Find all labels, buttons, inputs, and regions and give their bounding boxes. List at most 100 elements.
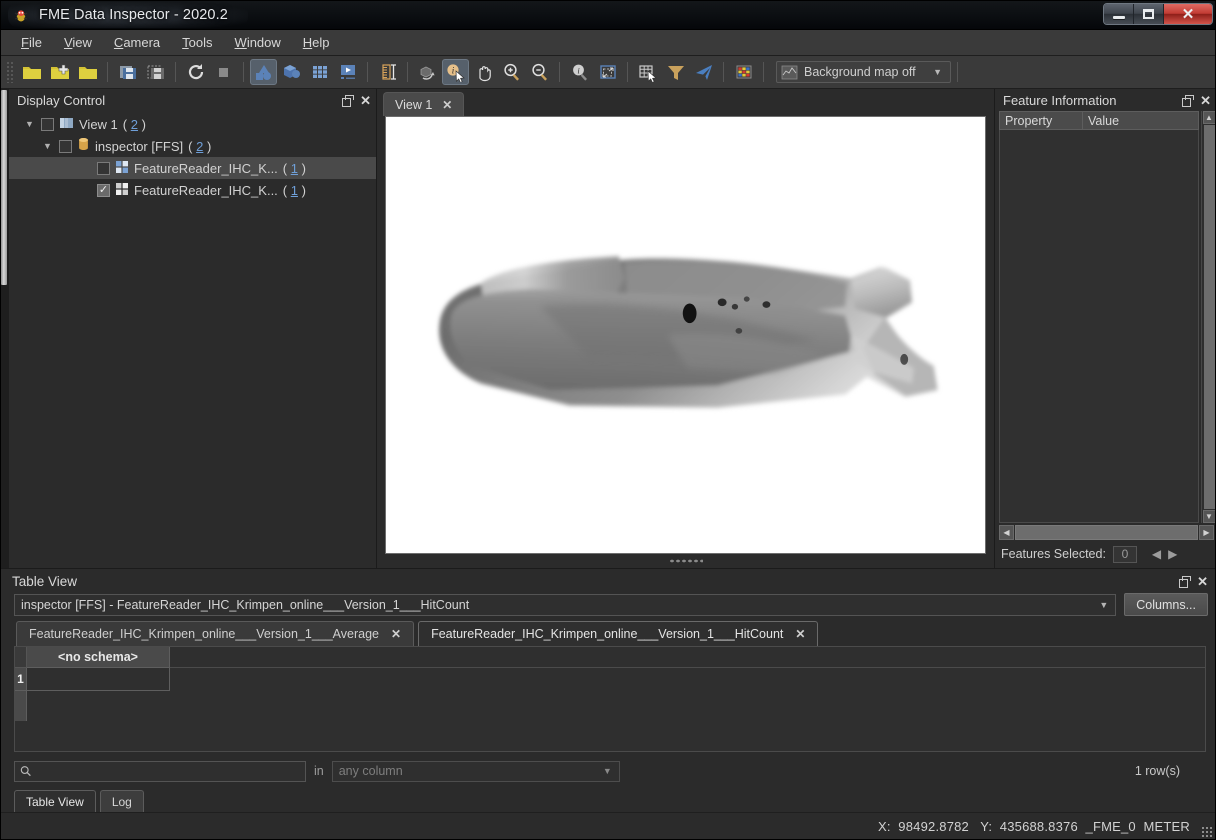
tree-node-label: FeatureReader_IHC_K... — [134, 160, 278, 176]
column-header-no-schema[interactable]: <no schema> — [27, 647, 170, 668]
close-icon[interactable]: ✕ — [391, 627, 401, 641]
grid-view-icon[interactable] — [306, 59, 333, 85]
minimize-button[interactable] — [1104, 4, 1134, 24]
refresh-icon[interactable] — [182, 59, 209, 85]
menu-tools[interactable]: Tools — [171, 32, 223, 53]
3d-view-icon[interactable] — [278, 59, 305, 85]
float-panel-icon[interactable] — [1179, 576, 1192, 588]
search-input[interactable] — [36, 764, 305, 778]
layer-visibility-checkbox[interactable]: ✓ — [97, 183, 110, 197]
column-header-value[interactable]: Value — [1083, 111, 1199, 130]
toolbar-grip[interactable] — [6, 61, 14, 83]
next-feature-icon[interactable]: ▶ — [1168, 547, 1177, 561]
stop-icon[interactable] — [210, 59, 237, 85]
feature-information-vscrollbar[interactable]: ▲ ▼ — [1201, 111, 1216, 523]
chevron-down-icon[interactable]: ▼ — [933, 67, 946, 77]
column-filter-selector[interactable]: any column ▼ — [331, 760, 620, 782]
previous-feature-icon[interactable]: ◀ — [1152, 547, 1161, 561]
close-panel-icon[interactable]: ✕ — [1197, 575, 1208, 588]
close-button[interactable]: ✕ — [1164, 4, 1212, 24]
table-row[interactable]: 1 — [15, 668, 1205, 691]
feature-count[interactable]: 2 — [196, 139, 203, 154]
toolbar-separator — [763, 62, 764, 82]
resize-grip[interactable] — [1201, 826, 1213, 838]
scroll-down-icon[interactable]: ▼ — [1202, 510, 1216, 523]
close-panel-icon[interactable]: ✕ — [360, 94, 371, 107]
open-recent-folder-icon[interactable] — [74, 59, 101, 85]
zoom-in-icon[interactable] — [498, 59, 525, 85]
zoom-out-icon[interactable] — [526, 59, 553, 85]
feature-count[interactable]: 1 — [291, 183, 298, 198]
scroll-left-icon[interactable]: ◀ — [999, 525, 1014, 540]
animation-icon[interactable] — [334, 59, 361, 85]
table-tab-average[interactable]: FeatureReader_IHC_Krimpen_online___Versi… — [16, 621, 415, 646]
close-icon[interactable]: ✕ — [795, 627, 805, 641]
search-box[interactable] — [14, 760, 306, 782]
tab-view-1[interactable]: View 1 ✕ — [383, 92, 465, 116]
menu-view[interactable]: View — [53, 32, 103, 53]
info-select-icon[interactable]: i — [442, 59, 469, 85]
pan-icon[interactable] — [470, 59, 497, 85]
tree-node-featurereader-average[interactable]: FeatureReader_IHC_K... ( 1 ) — [9, 157, 376, 179]
menu-window[interactable]: Window — [224, 32, 292, 53]
identify-icon[interactable]: i — [566, 59, 593, 85]
chevron-down-icon[interactable]: ▼ — [1099, 600, 1115, 610]
tab-log[interactable]: Log — [99, 790, 144, 812]
maximize-button[interactable] — [1134, 4, 1164, 24]
main-toolbar: i i Background map off ▼ — [0, 56, 1216, 89]
color-palette-icon[interactable] — [730, 59, 757, 85]
add-dataset-icon[interactable] — [46, 59, 73, 85]
menu-camera[interactable]: Camera — [103, 32, 171, 53]
menu-file[interactable]: File — [10, 32, 53, 53]
float-panel-icon[interactable] — [342, 94, 355, 107]
measure-icon[interactable] — [374, 59, 401, 85]
zoom-to-box-icon[interactable] — [594, 59, 621, 85]
map-canvas[interactable] — [385, 116, 986, 554]
chevron-down-icon[interactable]: ▼ — [603, 766, 619, 776]
table-view-title: Table View — [12, 574, 78, 589]
tree-node-view-1[interactable]: ▼ View 1 ( 2 ) — [9, 113, 376, 135]
tree-node-inspector-ffs[interactable]: ▼ inspector [FFS] ( 2 ) — [9, 135, 376, 157]
show-features-icon[interactable] — [250, 59, 277, 85]
column-header-property[interactable]: Property — [999, 111, 1083, 130]
rotate-icon[interactable] — [414, 59, 441, 85]
save-as-icon[interactable] — [142, 59, 169, 85]
feature-count[interactable]: 2 — [131, 117, 138, 132]
save-icon[interactable] — [114, 59, 141, 85]
left-scrollbar-thumb[interactable] — [1, 90, 7, 285]
table-tab-label: FeatureReader_IHC_Krimpen_online___Versi… — [29, 627, 380, 641]
vscroll-thumb[interactable] — [1203, 125, 1215, 509]
feature-count[interactable]: 1 — [291, 161, 298, 176]
layer-icon — [115, 182, 129, 199]
menu-help[interactable]: Help — [292, 32, 341, 53]
table-select-icon[interactable] — [634, 59, 661, 85]
menu-bar: File View Camera Tools Window Help — [0, 30, 1216, 56]
scroll-right-icon[interactable]: ▶ — [1199, 525, 1214, 540]
background-map-selector[interactable]: Background map off ▼ — [776, 61, 951, 83]
columns-button[interactable]: Columns... — [1124, 593, 1208, 616]
close-panel-icon[interactable]: ✕ — [1200, 94, 1211, 107]
row-number[interactable]: 1 — [15, 668, 27, 691]
scroll-up-icon[interactable]: ▲ — [1202, 111, 1216, 124]
feature-information-hscrollbar[interactable]: ◀ ▶ — [995, 523, 1216, 540]
column-filter-value: any column — [338, 764, 403, 778]
inspector-checkbox[interactable] — [59, 139, 72, 153]
close-icon[interactable]: ✕ — [442, 98, 452, 112]
filter-icon[interactable] — [662, 59, 689, 85]
horizontal-splitter[interactable] — [377, 554, 994, 568]
tab-table-view[interactable]: Table View — [14, 790, 96, 812]
display-control-tree: ▼ View 1 ( 2 ) ▼ inspector [FFS] ( 2 ) F… — [9, 111, 376, 568]
expand-collapse-icon[interactable]: ▼ — [41, 141, 54, 151]
layer-visibility-checkbox[interactable] — [97, 161, 110, 175]
view-1-checkbox[interactable] — [41, 117, 54, 131]
tree-node-featurereader-hitcount[interactable]: ✓ FeatureReader_IHC_K... ( 1 ) — [9, 179, 376, 201]
table-cell[interactable] — [27, 668, 170, 691]
float-panel-icon[interactable] — [1182, 94, 1195, 107]
expand-collapse-icon[interactable]: ▼ — [23, 119, 36, 129]
open-folder-icon[interactable] — [18, 59, 45, 85]
hscroll-thumb[interactable] — [1015, 525, 1198, 540]
navigate-icon[interactable] — [690, 59, 717, 85]
left-scrollbar[interactable] — [0, 89, 9, 568]
dataset-selector[interactable]: inspector [FFS] - FeatureReader_IHC_Krim… — [14, 593, 1117, 616]
table-tab-hitcount[interactable]: FeatureReader_IHC_Krimpen_online___Versi… — [418, 621, 819, 646]
